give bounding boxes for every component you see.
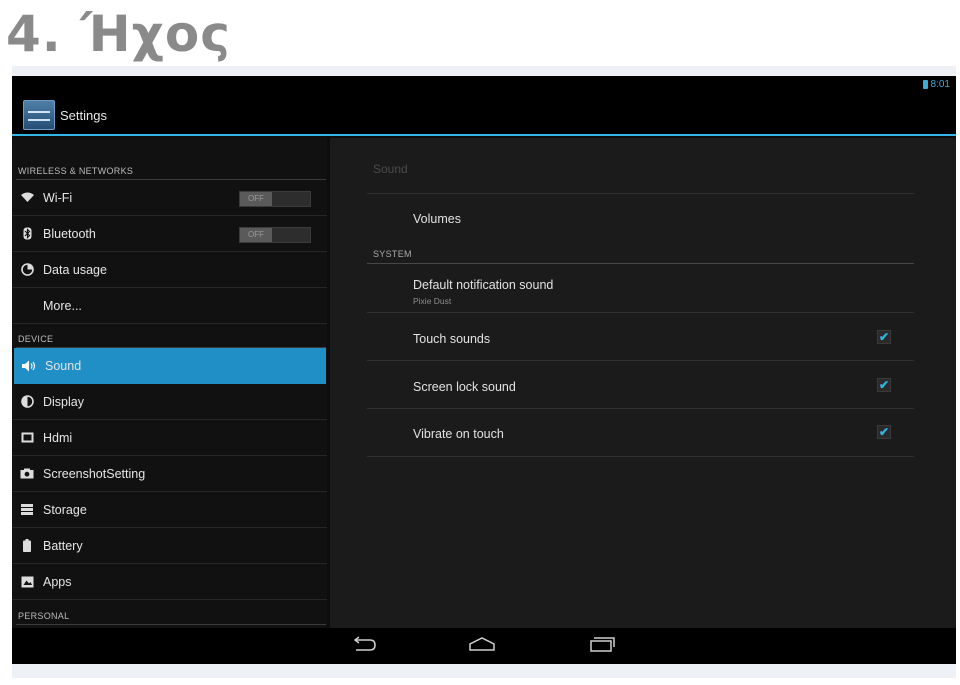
status-indicators: 8:01 bbox=[922, 79, 950, 90]
apps-icon bbox=[20, 575, 34, 589]
settings-categories-list: WIRELESS & NETWORKS Wi-Fi OFF Bluetooth … bbox=[12, 138, 327, 628]
bluetooth-toggle[interactable]: OFF bbox=[239, 227, 311, 243]
sidebar-item-hdmi[interactable]: Hdmi bbox=[12, 420, 327, 456]
touch-sounds-checkbox[interactable]: ✔ bbox=[877, 330, 891, 344]
sidebar-item-screenshot-setting[interactable]: ScreenshotSetting bbox=[12, 456, 327, 492]
sidebar-item-sound[interactable]: Sound bbox=[14, 348, 326, 384]
app-title: Settings bbox=[60, 108, 107, 123]
system-section-divider bbox=[367, 263, 914, 264]
row-divider bbox=[367, 408, 914, 409]
data-usage-icon bbox=[20, 263, 34, 277]
sidebar-item-label: Hdmi bbox=[43, 430, 73, 445]
volumes-setting[interactable]: Volumes bbox=[413, 212, 461, 226]
vibrate-on-touch-setting[interactable]: Vibrate on touch bbox=[413, 427, 504, 441]
row-divider bbox=[367, 360, 914, 361]
sidebar-item-label: Battery bbox=[43, 538, 83, 553]
tablet-frame: 8:01 Settings WIRELESS & NETWORKS Wi-Fi … bbox=[12, 66, 956, 678]
hdmi-icon bbox=[20, 431, 34, 445]
sidebar-item-bluetooth[interactable]: Bluetooth OFF bbox=[12, 216, 327, 252]
recent-apps-button[interactable] bbox=[582, 632, 622, 660]
home-icon bbox=[468, 636, 496, 657]
home-button[interactable] bbox=[462, 632, 502, 660]
volume-icon bbox=[22, 359, 36, 373]
back-icon bbox=[350, 635, 378, 657]
status-bar: 8:01 bbox=[12, 76, 956, 94]
sidebar-item-display[interactable]: Display bbox=[12, 384, 327, 420]
section-header-device: DEVICE bbox=[18, 334, 54, 344]
section-divider bbox=[16, 624, 326, 625]
wifi-icon bbox=[20, 191, 34, 205]
sidebar-item-battery[interactable]: Battery bbox=[12, 528, 327, 564]
default-notification-sound-setting[interactable]: Default notification sound bbox=[413, 278, 553, 292]
sidebar-item-storage[interactable]: Storage bbox=[12, 492, 327, 528]
sidebar-item-label: Sound bbox=[45, 359, 82, 373]
sidebar-item-label: Display bbox=[43, 394, 84, 409]
storage-icon bbox=[20, 503, 34, 517]
sidebar-item-apps[interactable]: Apps bbox=[12, 564, 327, 600]
sidebar-item-data-usage[interactable]: Data usage bbox=[12, 252, 327, 288]
brightness-icon bbox=[20, 395, 34, 409]
action-bar: Settings bbox=[12, 94, 956, 136]
section-header-personal: PERSONAL bbox=[18, 611, 70, 621]
sidebar-item-label: Wi-Fi bbox=[43, 190, 73, 205]
system-section-header: SYSTEM bbox=[373, 249, 412, 259]
row-divider bbox=[367, 312, 914, 313]
page-heading: 4. Ήχος bbox=[6, 5, 231, 63]
sidebar-item-label: Bluetooth bbox=[43, 226, 96, 241]
wifi-toggle-state: OFF bbox=[240, 192, 272, 206]
settings-screen: 8:01 Settings WIRELESS & NETWORKS Wi-Fi … bbox=[12, 76, 956, 664]
sidebar-item-label: Storage bbox=[43, 502, 87, 517]
sidebar-item-label: ScreenshotSetting bbox=[43, 466, 146, 481]
sidebar-item-more[interactable]: More... bbox=[12, 288, 327, 324]
sidebar-item-label: Apps bbox=[43, 574, 72, 589]
section-header-wireless: WIRELESS & NETWORKS bbox=[18, 166, 134, 176]
vibrate-on-touch-checkbox[interactable]: ✔ bbox=[877, 425, 891, 439]
panel-title: Sound bbox=[373, 162, 408, 176]
battery-status-icon bbox=[922, 80, 928, 89]
panel-divider bbox=[367, 193, 914, 194]
sidebar-item-label: Data usage bbox=[43, 262, 107, 277]
sound-settings-panel: Sound Volumes SYSTEM Default notificatio… bbox=[330, 138, 956, 628]
navigation-bar bbox=[12, 628, 956, 664]
sidebar-item-wifi[interactable]: Wi-Fi OFF bbox=[12, 180, 327, 216]
bluetooth-icon bbox=[20, 227, 34, 241]
screen-lock-sound-checkbox[interactable]: ✔ bbox=[877, 378, 891, 392]
settings-app-icon[interactable] bbox=[23, 100, 55, 130]
wifi-toggle[interactable]: OFF bbox=[239, 191, 311, 207]
default-notification-sound-value: Pixie Dust bbox=[413, 296, 452, 306]
back-button[interactable] bbox=[344, 632, 384, 660]
touch-sounds-setting[interactable]: Touch sounds bbox=[413, 332, 490, 346]
battery-icon bbox=[20, 539, 34, 553]
row-divider bbox=[367, 456, 914, 457]
bluetooth-toggle-state: OFF bbox=[240, 228, 272, 242]
camera-icon bbox=[20, 467, 34, 481]
recent-apps-icon bbox=[588, 636, 616, 657]
screen-lock-sound-setting[interactable]: Screen lock sound bbox=[413, 380, 516, 394]
sidebar-item-label: More... bbox=[43, 298, 82, 313]
status-time: 8:01 bbox=[930, 79, 950, 90]
